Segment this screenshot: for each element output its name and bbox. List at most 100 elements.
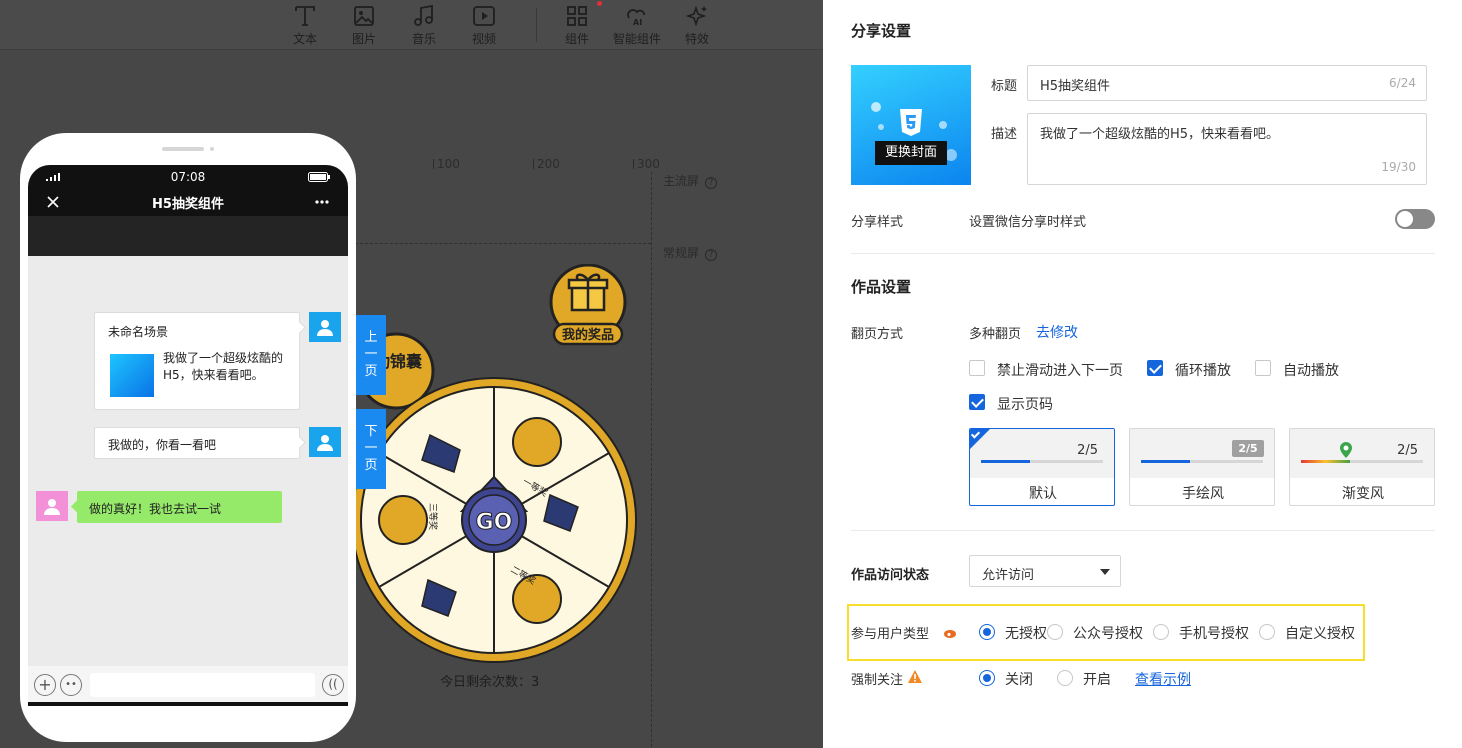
toolbar-image-button[interactable]: 图片 (334, 0, 394, 50)
music-icon (414, 4, 433, 26)
components-icon (567, 6, 587, 26)
page-style-card-handdrawn[interactable]: 2/5 手绘风 (1129, 428, 1275, 506)
toolbar-effects-button[interactable]: 特效 (667, 0, 727, 50)
shopping-bag-icon (378, 495, 428, 545)
toolbar-image-label: 图片 (351, 32, 376, 46)
main-screen-label: 主流屏? (663, 172, 718, 189)
toolbar-text-button[interactable]: 文本 (275, 0, 335, 50)
toolbar-text-label: 文本 (292, 32, 317, 46)
battery-icon (308, 172, 330, 182)
chat-message-text: 我做的，你看一看吧 (108, 438, 217, 452)
title-label: 标题 (991, 79, 1018, 94)
page-progress-track (1141, 460, 1263, 463)
page-turn-edit-link[interactable]: 去修改 (1036, 322, 1078, 342)
remaining-draws: 今日剩余次数：3 (440, 675, 540, 690)
svg-text:AI: AI (633, 18, 642, 27)
view-example-link[interactable]: 查看示例 (1135, 669, 1191, 689)
toolbar-components-button[interactable]: 组件 (547, 0, 607, 50)
user-type-custom-label: 自定义授权 (1285, 626, 1355, 642)
access-status-select[interactable]: 允许访问 (969, 555, 1121, 587)
share-desc-input[interactable]: 我做了一个超级炫酷的H5，快来看看吧。 19/30 (1027, 113, 1427, 185)
show-page-number-checkbox[interactable] (969, 394, 985, 410)
toolbar-video-button[interactable]: 视频 (454, 0, 514, 50)
prev-page-button[interactable]: 上一页 (356, 315, 386, 395)
normal-screen-label: 常规屏? (663, 244, 718, 261)
html5-icon (900, 109, 922, 136)
phone-time: 07:08 (170, 170, 206, 184)
page-progress-fill (1141, 460, 1190, 463)
toolbar-effects-label: 特效 (684, 32, 709, 46)
user-type-custom-radio[interactable] (1259, 624, 1275, 640)
work-settings-title: 作品设置 (851, 278, 912, 296)
access-status-value: 允许访问 (982, 568, 1035, 583)
video-icon (473, 6, 495, 26)
text-icon (295, 6, 315, 26)
chat-input[interactable] (90, 673, 315, 697)
toolbar-music-label: 音乐 (411, 32, 436, 46)
toolbar-music-button[interactable]: 音乐 (394, 0, 454, 50)
phone-screen: 07:08 H5抽奖组件 未命名场景 我做了一个超级炫酷的H5，快来看看吧。 我… (28, 165, 348, 706)
ruler-mark-300: 300 (637, 157, 660, 171)
toolbar-ai-components-label: 智能组件 (612, 32, 661, 46)
loop-play-checkbox[interactable] (1147, 360, 1163, 376)
my-prizes-text: 我的奖品 (562, 327, 614, 343)
chat-header-band (28, 216, 348, 256)
change-cover-button[interactable]: 更换封面 (875, 141, 947, 165)
share-style-text: 设置微信分享时样式 (969, 215, 1087, 230)
lottery-wheel[interactable]: GO 一等奖 二等奖 三等奖 (350, 375, 638, 665)
share-card-message[interactable]: 未命名场景 我做了一个超级炫酷的H5，快来看看吧。 (94, 312, 300, 410)
desc-label: 描述 (991, 127, 1018, 142)
image-icon (354, 6, 374, 26)
phone-nav-bar: H5抽奖组件 (28, 189, 348, 216)
help-icon[interactable]: ? (705, 177, 718, 189)
page-style-preview: 2/5 (1290, 429, 1434, 478)
more-icon[interactable] (315, 200, 329, 204)
phone-page-title: H5抽奖组件 (152, 197, 224, 212)
warning-icon (908, 670, 922, 683)
settings-panel: 分享设置 更换封面 标题 H5抽奖组件 6/24 描述 我做了一个超级炫酷的H5… (823, 0, 1462, 748)
page-turn-value: 多种翻页 (969, 327, 1022, 342)
force-follow-on-label: 开启 (1083, 672, 1111, 688)
share-desc-value: 我做了一个超级炫酷的H5，快来看看吧。 (1040, 127, 1280, 142)
page-style-name: 渐变风 (1342, 486, 1384, 502)
force-follow-off-radio[interactable] (979, 670, 995, 686)
page-progress-track (1301, 460, 1423, 463)
share-card-thumbnail (110, 354, 154, 397)
divider (851, 530, 1435, 531)
ruler-tick (533, 159, 534, 169)
user-type-official-radio[interactable] (1047, 624, 1063, 640)
ruler-mark-200: 200 (537, 157, 560, 171)
force-follow-on-radio[interactable] (1057, 670, 1073, 686)
editor-toolbar: 文本 图片 音乐 视频 组件 AI 智能组件 特效 (0, 0, 823, 50)
phone-camera (210, 147, 214, 151)
help-icon[interactable]: ? (705, 249, 718, 261)
my-prizes-badge[interactable]: 我的奖品 (548, 264, 628, 350)
plus-icon[interactable]: + (34, 674, 56, 696)
toolbar-video-label: 视频 (471, 32, 496, 46)
disable-swipe-label: 禁止滑动进入下一页 (997, 363, 1123, 379)
phone-status-bar: 07:08 (28, 165, 348, 189)
page-progress-fill (1301, 460, 1350, 463)
share-style-toggle[interactable] (1395, 209, 1435, 229)
auto-play-checkbox[interactable] (1255, 360, 1271, 376)
user-type-none-radio[interactable] (979, 624, 995, 640)
editor-area: 文本 图片 音乐 视频 组件 AI 智能组件 特效 100 200 300 主流… (0, 0, 823, 748)
disable-swipe-checkbox[interactable] (969, 360, 985, 376)
next-page-button[interactable]: 下一页 (356, 409, 386, 489)
share-cover[interactable]: 更换封面 (851, 65, 971, 185)
toolbar-ai-components-button[interactable]: AI 智能组件 (607, 0, 667, 50)
user-type-phone-radio[interactable] (1153, 624, 1169, 640)
share-style-label: 分享样式 (851, 215, 904, 230)
user-avatar (309, 312, 341, 342)
voice-icon[interactable]: (( (322, 674, 344, 696)
page-style-card-default[interactable]: 2/5 默认 (969, 428, 1115, 506)
share-title-input[interactable]: H5抽奖组件 6/24 (1027, 65, 1427, 101)
page-style-card-gradient[interactable]: 2/5 渐变风 (1289, 428, 1435, 506)
share-card-title: 未命名场景 (108, 325, 169, 339)
page-indicator: 2/5 (1232, 440, 1264, 457)
page-indicator: 2/5 (1397, 443, 1418, 458)
prev-page-label: 上一页 (364, 330, 378, 379)
basket-icon (512, 417, 562, 467)
phone-preview: 07:08 H5抽奖组件 未命名场景 我做了一个超级炫酷的H5，快来看看吧。 我… (20, 133, 356, 742)
emoji-icon[interactable]: •• (60, 674, 82, 696)
